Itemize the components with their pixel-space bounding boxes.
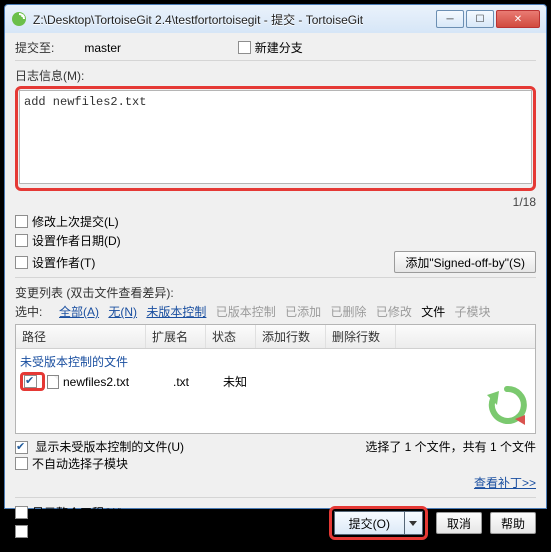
filter-added: 已添加 xyxy=(285,305,321,319)
filter-unversioned[interactable]: 未版本控制 xyxy=(146,305,206,319)
file-list-header: 路径 扩展名 状态 添加行数 删除行数 xyxy=(16,325,535,349)
file-icon xyxy=(47,375,59,389)
help-button[interactable]: 帮助 xyxy=(490,512,536,534)
log-message-input[interactable] xyxy=(19,90,532,184)
no-autoselect-label: 不自动选择子模块 xyxy=(32,455,128,472)
file-row[interactable]: newfiles2.txt .txt 未知 xyxy=(20,372,531,391)
show-whole-label: 显示整个工程(W) xyxy=(32,504,123,521)
commit-button-highlight: 提交(O) xyxy=(329,506,428,540)
set-date-checkbox[interactable] xyxy=(15,234,28,247)
col-ext[interactable]: 扩展名 xyxy=(146,325,206,348)
col-del[interactable]: 删除行数 xyxy=(326,325,396,348)
filter-submodules: 子模块 xyxy=(455,305,491,319)
commit-dialog: Z:\Desktop\TortoiseGit 2.4\testfortortoi… xyxy=(4,4,547,509)
filter-all[interactable]: 全部(A) xyxy=(59,305,99,319)
amend-label: 修改上次提交(L) xyxy=(32,213,119,230)
close-button[interactable]: ✕ xyxy=(496,10,540,28)
file-list[interactable]: 路径 扩展名 状态 添加行数 删除行数 未受版本控制的文件 newfiles2.… xyxy=(15,324,536,434)
branch-name: master xyxy=(84,41,121,55)
show-whole-checkbox[interactable] xyxy=(15,506,28,519)
filter-versioned: 已版本控制 xyxy=(216,305,276,319)
amend-checkbox[interactable] xyxy=(15,215,28,228)
group-unversioned: 未受版本控制的文件 xyxy=(20,351,531,372)
client-area: 提交至: master 新建分支 日志信息(M): 1/18 修改上次提交(L)… xyxy=(5,33,546,552)
commit-to-label: 提交至: xyxy=(15,39,54,56)
col-path[interactable]: 路径 xyxy=(16,325,146,348)
minimize-button[interactable]: ─ xyxy=(436,10,464,28)
titlebar[interactable]: Z:\Desktop\TortoiseGit 2.4\testfortortoi… xyxy=(5,5,546,33)
new-branch-checkbox[interactable] xyxy=(238,41,251,54)
selection-stats: 选择了 1 个文件，共有 1 个文件 xyxy=(365,438,536,455)
view-patch-link[interactable]: 查看补丁>> xyxy=(15,474,536,491)
window-controls: ─ ☐ ✕ xyxy=(436,10,540,28)
commit-split-button[interactable]: 提交(O) xyxy=(334,511,423,535)
filter-modified: 已修改 xyxy=(376,305,412,319)
msg-only-label: 仅仅消息(Y) xyxy=(32,523,96,540)
commit-button[interactable]: 提交(O) xyxy=(334,511,405,535)
filter-deleted: 已删除 xyxy=(330,305,366,319)
file-ext: .txt xyxy=(173,375,223,389)
filter-row: 选中: 全部(A) 无(N) 未版本控制 已版本控制 已添加 已删除 已修改 文… xyxy=(15,303,536,320)
col-add[interactable]: 添加行数 xyxy=(256,325,326,348)
cancel-button[interactable]: 取消 xyxy=(436,512,482,534)
filter-files[interactable]: 文件 xyxy=(421,305,445,319)
show-unversioned-checkbox[interactable] xyxy=(15,441,28,454)
new-branch-label: 新建分支 xyxy=(255,39,303,56)
col-status[interactable]: 状态 xyxy=(206,325,256,348)
commit-dropdown[interactable] xyxy=(405,511,423,535)
file-checkbox[interactable] xyxy=(24,375,37,388)
filter-label: 选中: xyxy=(15,305,42,319)
file-name: newfiles2.txt xyxy=(63,375,173,389)
log-message-highlight xyxy=(15,86,536,191)
window-title: Z:\Desktop\TortoiseGit 2.4\testfortortoi… xyxy=(33,11,436,28)
changes-header: 变更列表 (双击文件查看差异): xyxy=(15,284,536,301)
char-counter: 1/18 xyxy=(15,195,536,209)
set-author-checkbox[interactable] xyxy=(15,256,28,269)
no-autoselect-checkbox[interactable] xyxy=(15,457,28,470)
file-status: 未知 xyxy=(223,373,273,390)
log-message-label: 日志信息(M): xyxy=(15,67,536,84)
file-checkbox-highlight xyxy=(20,372,45,391)
signed-off-button[interactable]: 添加"Signed-off-by"(S) xyxy=(394,251,536,273)
chevron-down-icon xyxy=(409,521,417,526)
refresh-icon xyxy=(485,383,529,427)
app-icon xyxy=(11,11,27,27)
set-date-label: 设置作者日期(D) xyxy=(32,232,121,249)
show-unversioned-label: 显示未受版本控制的文件(U) xyxy=(35,440,184,454)
maximize-button[interactable]: ☐ xyxy=(466,10,494,28)
filter-none[interactable]: 无(N) xyxy=(108,305,137,319)
msg-only-checkbox[interactable] xyxy=(15,525,28,538)
set-author-label: 设置作者(T) xyxy=(32,254,95,271)
